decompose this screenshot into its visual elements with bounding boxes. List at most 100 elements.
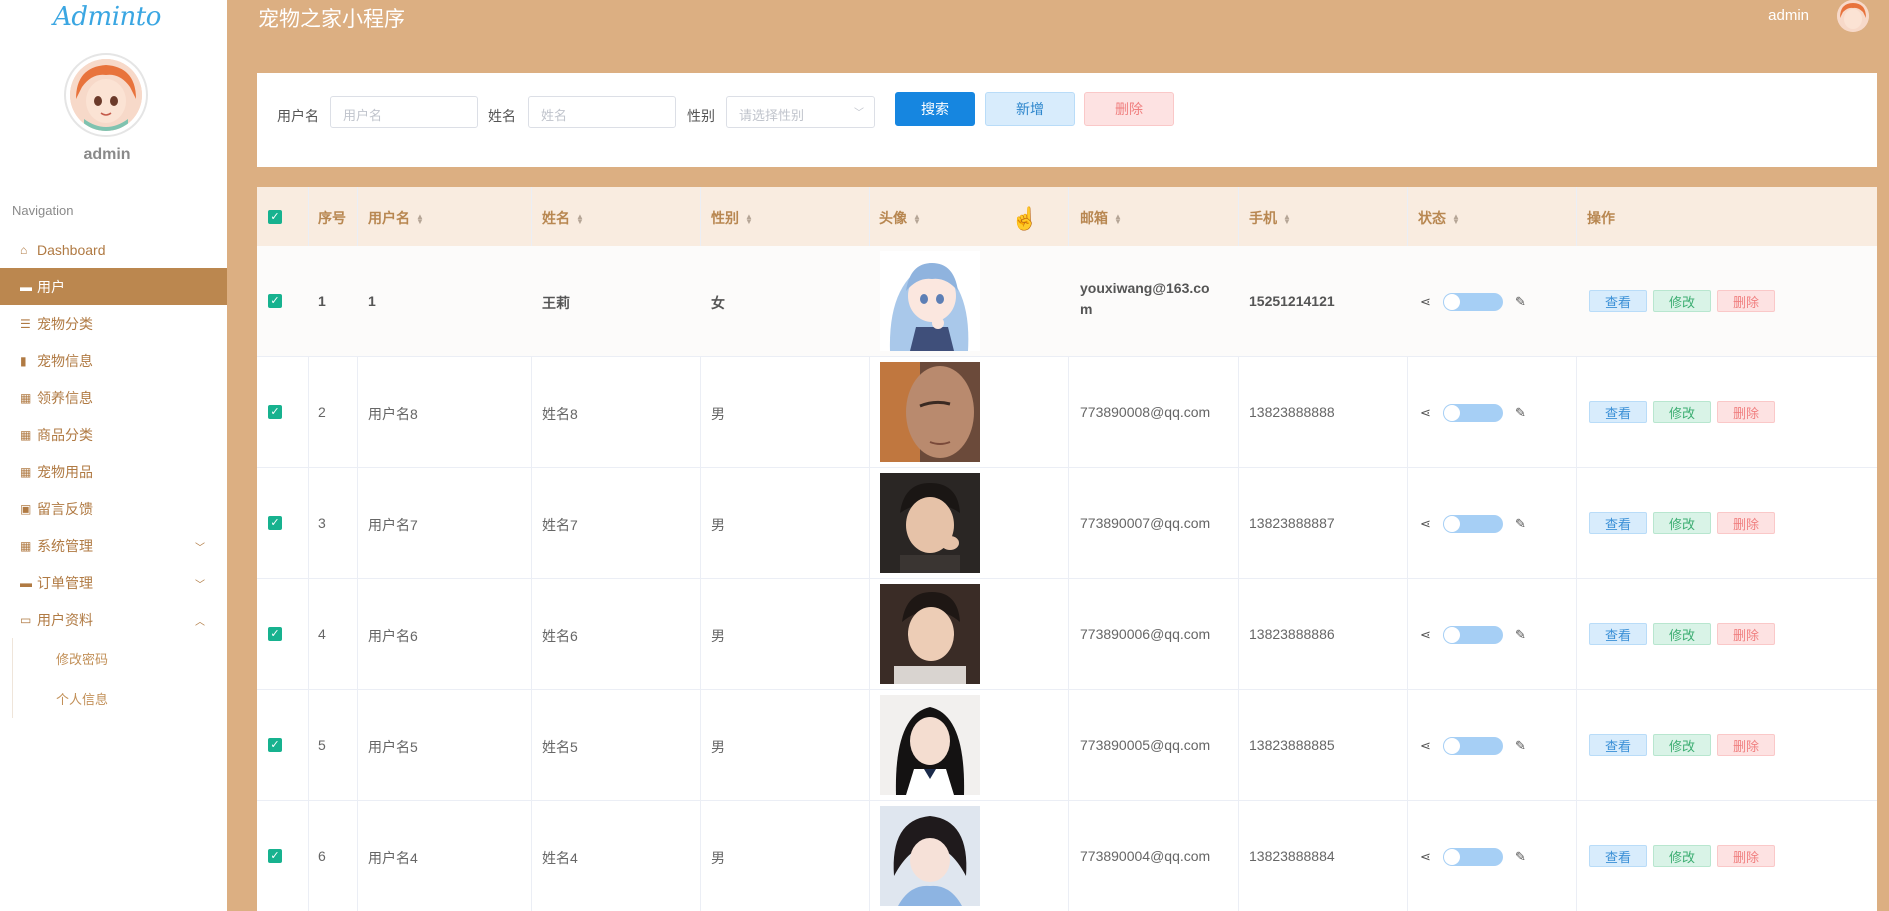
header-phone[interactable]: 手机 ▲ ▼ [1249,208,1291,228]
status-toggle[interactable] [1443,848,1503,866]
row-checkbox[interactable]: ✓ [268,294,282,308]
pencil-icon[interactable]: ✎ [1515,405,1526,421]
header-gender[interactable]: 性别 ▲ ▼ [711,208,753,228]
username-input[interactable]: 用户名 [330,96,478,128]
sidebar-item-dashboard[interactable]: ⌂ Dashboard [0,231,227,268]
username-label: 用户名 [277,108,319,124]
sidebar-item-pet-category[interactable]: ☰ 宠物分类 [0,305,227,342]
delete-button[interactable]: 删除 [1717,512,1775,534]
status-toggle[interactable] [1443,404,1503,422]
sort-icon[interactable]: ▲ ▼ [1283,213,1291,226]
grid-icon: ▦ [20,464,32,479]
status-toggle[interactable] [1443,293,1503,311]
name-input[interactable]: 姓名 [528,96,676,128]
topbar-username[interactable]: admin [1768,7,1809,24]
status-toggle[interactable] [1443,515,1503,533]
sidebar-item-profile[interactable]: ▭ 用户资料 ︿ [0,601,227,638]
view-button[interactable]: 查看 [1589,401,1647,423]
cell-phone: 13823888885 [1249,737,1335,753]
pencil-icon[interactable]: ✎ [1515,738,1526,754]
select-all-checkbox[interactable]: ✓ [268,210,282,224]
name-label: 姓名 [488,108,516,124]
header-status[interactable]: 状态 ▲ ▼ [1418,208,1460,228]
table-row[interactable]: ✓ 4 用户名6 姓名6 男 773890006@qq.com 13823888… [257,579,1877,690]
header-avatar[interactable]: 头像 ▲ ▼ [879,208,921,228]
topbar-avatar[interactable] [1837,0,1869,32]
share-icon[interactable]: ⋖ [1420,627,1431,643]
sidebar-subitem-profile-info[interactable]: 个人信息 [13,678,227,718]
sidebar-item-label: 宠物用品 [37,463,93,480]
share-icon[interactable]: ⋖ [1420,294,1431,310]
delete-button[interactable]: 删除 [1717,623,1775,645]
view-button[interactable]: 查看 [1589,623,1647,645]
sort-icon[interactable]: ▲ ▼ [913,213,921,226]
delete-button[interactable]: 删除 [1717,401,1775,423]
edit-button[interactable]: 修改 [1653,734,1711,756]
edit-button[interactable]: 修改 [1653,290,1711,312]
sidebar-item-pet-supplies[interactable]: ▦ 宠物用品 [0,453,227,490]
row-checkbox[interactable]: ✓ [268,516,282,530]
pencil-icon[interactable]: ✎ [1515,627,1526,643]
edit-button[interactable]: 修改 [1653,401,1711,423]
share-icon[interactable]: ⋖ [1420,738,1431,754]
table-row[interactable]: ✓ 3 用户名7 姓名7 男 773890007@qq.com 13823888… [257,468,1877,579]
sidebar-item-system[interactable]: ▦ 系统管理 ﹀ [0,527,227,564]
share-icon[interactable]: ⋖ [1420,405,1431,421]
share-icon[interactable]: ⋖ [1420,849,1431,865]
delete-button[interactable]: 删除 [1717,290,1775,312]
add-button[interactable]: 新增 [985,92,1075,126]
sort-icon[interactable]: ▲ ▼ [745,213,753,226]
edit-button[interactable]: 修改 [1653,512,1711,534]
sort-icon[interactable]: ▲ ▼ [1114,213,1122,226]
pencil-icon[interactable]: ✎ [1515,516,1526,532]
view-button[interactable]: 查看 [1589,512,1647,534]
user-avatar[interactable] [64,53,148,137]
search-button[interactable]: 搜索 [895,92,975,126]
view-button[interactable]: 查看 [1589,290,1647,312]
view-button[interactable]: 查看 [1589,845,1647,867]
gender-select[interactable]: 请选择性别 ﹀ [726,96,875,128]
cell-phone: 13823888888 [1249,404,1335,420]
sidebar-item-users[interactable]: ▬ 用户 [0,268,227,305]
status-toggle[interactable] [1443,626,1503,644]
pencil-icon[interactable]: ✎ [1515,294,1526,310]
sidebar-item-adoption[interactable]: ▦ 领养信息 [0,379,227,416]
view-button[interactable]: 查看 [1589,734,1647,756]
cell-avatar[interactable] [880,695,980,795]
pencil-icon[interactable]: ✎ [1515,849,1526,865]
bulk-delete-button[interactable]: 删除 [1084,92,1174,126]
sidebar-item-label: 宠物信息 [37,352,93,369]
row-checkbox[interactable]: ✓ [268,627,282,641]
share-icon[interactable]: ⋖ [1420,516,1431,532]
table-row[interactable]: ✓ 1 1 王莉 女 youxiwang@163.co m 1525121412… [257,246,1877,357]
header-email[interactable]: 邮箱 ▲ ▼ [1080,208,1122,228]
sidebar-username: admin [83,146,131,163]
cell-avatar[interactable] [880,362,980,462]
table-row[interactable]: ✓ 2 用户名8 姓名8 男 773890008@qq.com 13823888… [257,357,1877,468]
cell-name: 姓名4 [542,850,578,866]
sort-icon[interactable]: ▲ ▼ [1452,213,1460,226]
header-username[interactable]: 用户名 ▲ ▼ [368,208,424,228]
table-row[interactable]: ✓ 5 用户名5 姓名5 男 773890005@qq.com 13823888… [257,690,1877,801]
sort-icon[interactable]: ▲ ▼ [416,213,424,226]
cell-avatar[interactable] [880,806,980,906]
sidebar-item-feedback[interactable]: ▣ 留言反馈 [0,490,227,527]
sidebar-item-goods-category[interactable]: ▦ 商品分类 [0,416,227,453]
row-checkbox[interactable]: ✓ [268,738,282,752]
delete-button[interactable]: 删除 [1717,734,1775,756]
cell-avatar[interactable] [880,473,980,573]
table-row[interactable]: ✓ 6 用户名4 姓名4 男 773890004@qq.com 13823888… [257,801,1877,911]
toggle-knob [1444,405,1460,421]
sidebar-item-pet-info[interactable]: ▮ 宠物信息 [0,342,227,379]
sidebar-item-orders[interactable]: ▬ 订单管理 ﹀ [0,564,227,601]
header-name[interactable]: 姓名 ▲ ▼ [542,208,584,228]
row-checkbox[interactable]: ✓ [268,405,282,419]
status-toggle[interactable] [1443,737,1503,755]
cell-avatar[interactable] [880,251,980,351]
cell-avatar[interactable] [880,584,980,684]
edit-button[interactable]: 修改 [1653,623,1711,645]
sort-icon[interactable]: ▲ ▼ [576,213,584,226]
row-checkbox[interactable]: ✓ [268,849,282,863]
sidebar-subitem-change-password[interactable]: 修改密码 [13,638,227,678]
app-logo[interactable]: Adminto [0,2,214,32]
